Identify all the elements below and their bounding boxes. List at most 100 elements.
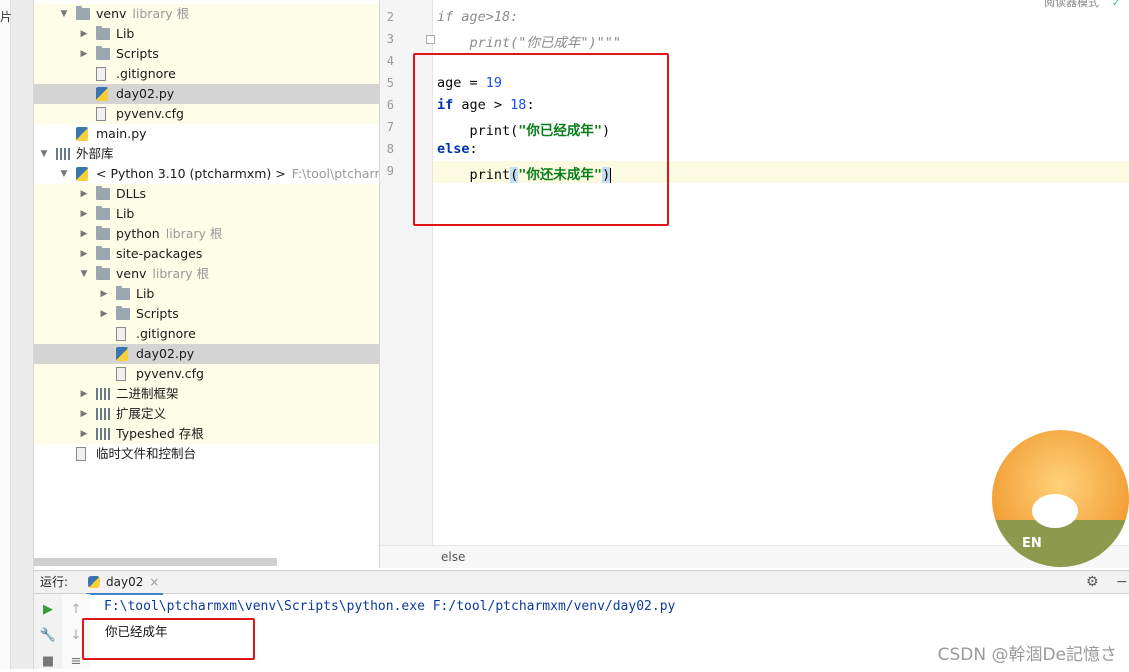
- tree-item-name: .gitignore: [136, 326, 196, 341]
- tree-horizontal-scrollbar[interactable]: [34, 558, 277, 566]
- chevron-right-icon[interactable]: ▶: [78, 404, 90, 424]
- tree-item-hint: library 根: [165, 226, 223, 241]
- tree-item[interactable]: .gitignore: [34, 324, 379, 344]
- tree-item[interactable]: pyvenv.cfg: [34, 364, 379, 384]
- inspection-check-icon[interactable]: ✓: [1112, 0, 1121, 9]
- reader-mode-hint[interactable]: 阅读器模式: [1044, 0, 1099, 10]
- tree-item[interactable]: pyvenv.cfg: [34, 104, 379, 124]
- code-line[interactable]: if age>18:: [437, 9, 518, 25]
- up-arrow-icon[interactable]: ↑: [66, 600, 86, 620]
- libraries-icon: [96, 388, 110, 400]
- tree-item-name: site-packages: [116, 246, 203, 261]
- chevron-right-icon[interactable]: ▶: [98, 304, 110, 324]
- tree-item-name: Typeshed 存根: [116, 426, 204, 441]
- chevron-down-icon[interactable]: ▼: [78, 264, 90, 284]
- tree-item[interactable]: ▶ 扩展定义: [34, 404, 379, 424]
- bunny-icon: [1032, 494, 1078, 528]
- tree-item[interactable]: .gitignore: [34, 64, 379, 84]
- tree-item-name: main.py: [96, 126, 147, 141]
- tree-item[interactable]: ▼ venv library 根: [34, 4, 379, 24]
- line-number: 5: [386, 76, 394, 90]
- tree-item-name: 扩展定义: [116, 406, 167, 421]
- rerun-icon[interactable]: ▶: [38, 600, 58, 620]
- stop-icon[interactable]: ■: [38, 652, 58, 672]
- close-icon[interactable]: ×: [149, 575, 159, 589]
- tree-item[interactable]: ▶ Scripts: [34, 304, 379, 324]
- chevron-right-icon[interactable]: ▶: [98, 284, 110, 304]
- chevron-down-icon[interactable]: ▼: [58, 164, 70, 184]
- tree-item-label: < Python 3.10 (ptcharmxm) > F:\tool\ptcha…: [96, 164, 379, 184]
- chevron-down-icon[interactable]: ▼: [38, 144, 50, 164]
- avatar-text: EN: [1022, 536, 1042, 551]
- breadcrumb-item[interactable]: else: [441, 550, 465, 564]
- tree-item[interactable]: ▶ python library 根: [34, 224, 379, 244]
- gear-icon[interactable]: ⚙: [1086, 571, 1099, 593]
- chevron-right-icon[interactable]: ▶: [78, 184, 90, 204]
- chevron-right-icon[interactable]: ▶: [78, 44, 90, 64]
- tree-item[interactable]: day02.py: [34, 84, 379, 104]
- tree-item-label: day02.py: [116, 84, 174, 104]
- python-file-icon: [96, 87, 108, 101]
- folder-icon: [96, 46, 110, 60]
- run-toolwindow-header: 运行: day02 × ⚙ −: [34, 570, 1129, 595]
- chevron-right-icon[interactable]: ▶: [78, 224, 90, 244]
- run-tab-day02[interactable]: day02 ×: [86, 571, 164, 595]
- tree-item[interactable]: ▶ 二进制框架: [34, 384, 379, 404]
- tree-item[interactable]: ▶ Lib: [34, 24, 379, 44]
- tree-item-name: pyvenv.cfg: [136, 366, 204, 381]
- minimize-icon[interactable]: −: [1116, 571, 1128, 593]
- tree-item-name: pyvenv.cfg: [116, 106, 184, 121]
- libraries-icon: [96, 408, 110, 420]
- tree-item[interactable]: ▶ Scripts: [34, 44, 379, 64]
- folder-icon: [96, 226, 110, 240]
- tree-item[interactable]: main.py: [34, 124, 379, 144]
- tree-item-label: site-packages: [116, 244, 202, 264]
- tree-item-label: 二进制框架: [116, 384, 179, 404]
- tree-item[interactable]: ▼ < Python 3.10 (ptcharmxm) > F:\tool\ptch…: [34, 164, 379, 184]
- tree-item-label: main.py: [96, 124, 147, 144]
- project-tree[interactable]: ▼ venv library 根 ▶ Lib ▶ Scripts .gitignore day0…: [34, 0, 380, 568]
- chevron-down-icon[interactable]: ▼: [58, 4, 70, 24]
- tree-item-name: venv: [116, 266, 147, 281]
- tree-item[interactable]: ▶ Typeshed 存根: [34, 424, 379, 444]
- tree-item[interactable]: day02.py: [34, 344, 379, 364]
- red-highlight-box-output: [82, 618, 255, 660]
- python-icon: [88, 576, 100, 588]
- tree-item-label: 扩展定义: [116, 404, 166, 424]
- tree-item[interactable]: ▶ Lib: [34, 204, 379, 224]
- chevron-right-icon[interactable]: ▶: [78, 204, 90, 224]
- fold-marker-icon[interactable]: [426, 35, 435, 44]
- tree-item[interactable]: ▶ site-packages: [34, 244, 379, 264]
- folder-icon: [96, 246, 110, 260]
- tree-item-label: Scripts: [116, 44, 159, 64]
- code-line[interactable]: print("你已成年")""": [437, 31, 622, 51]
- file-icon: [116, 327, 126, 341]
- tree-item[interactable]: ▶ DLLs: [34, 184, 379, 204]
- tree-item-label: .gitignore: [116, 64, 176, 84]
- chevron-right-icon[interactable]: ▶: [78, 244, 90, 264]
- tree-item[interactable]: ▼ venv library 根: [34, 264, 379, 284]
- left-toolwindow-strip: 片: [0, 0, 34, 669]
- line-number: 2: [386, 10, 394, 24]
- python-file-icon: [116, 347, 128, 361]
- folder-icon: [96, 266, 110, 280]
- tree-item-hint: F:\tool\ptcharmxm: [291, 166, 379, 181]
- chevron-right-icon[interactable]: ▶: [78, 24, 90, 44]
- tree-item-label: Scripts: [136, 304, 179, 324]
- file-icon: [96, 67, 106, 81]
- tree-item[interactable]: ▼ 外部库: [34, 144, 379, 164]
- csdn-watermark: CSDN @幹涸De記憶さ: [937, 645, 1117, 665]
- tree-item-name: .gitignore: [116, 66, 176, 81]
- run-left-toolbar: ▶ 🔧 ■: [34, 594, 63, 669]
- python-icon: [76, 167, 88, 181]
- tree-item-label: Lib: [116, 24, 134, 44]
- libraries-icon: [96, 428, 110, 440]
- tree-item-name: DLLs: [116, 186, 147, 201]
- chevron-right-icon[interactable]: ▶: [78, 424, 90, 444]
- wrench-icon[interactable]: 🔧: [38, 626, 58, 646]
- run-label: 运行:: [40, 575, 69, 589]
- tree-item[interactable]: ▶ Lib: [34, 284, 379, 304]
- tree-item[interactable]: 临时文件和控制台: [34, 444, 379, 464]
- chevron-right-icon[interactable]: ▶: [78, 384, 90, 404]
- tree-item-name: Lib: [116, 206, 135, 221]
